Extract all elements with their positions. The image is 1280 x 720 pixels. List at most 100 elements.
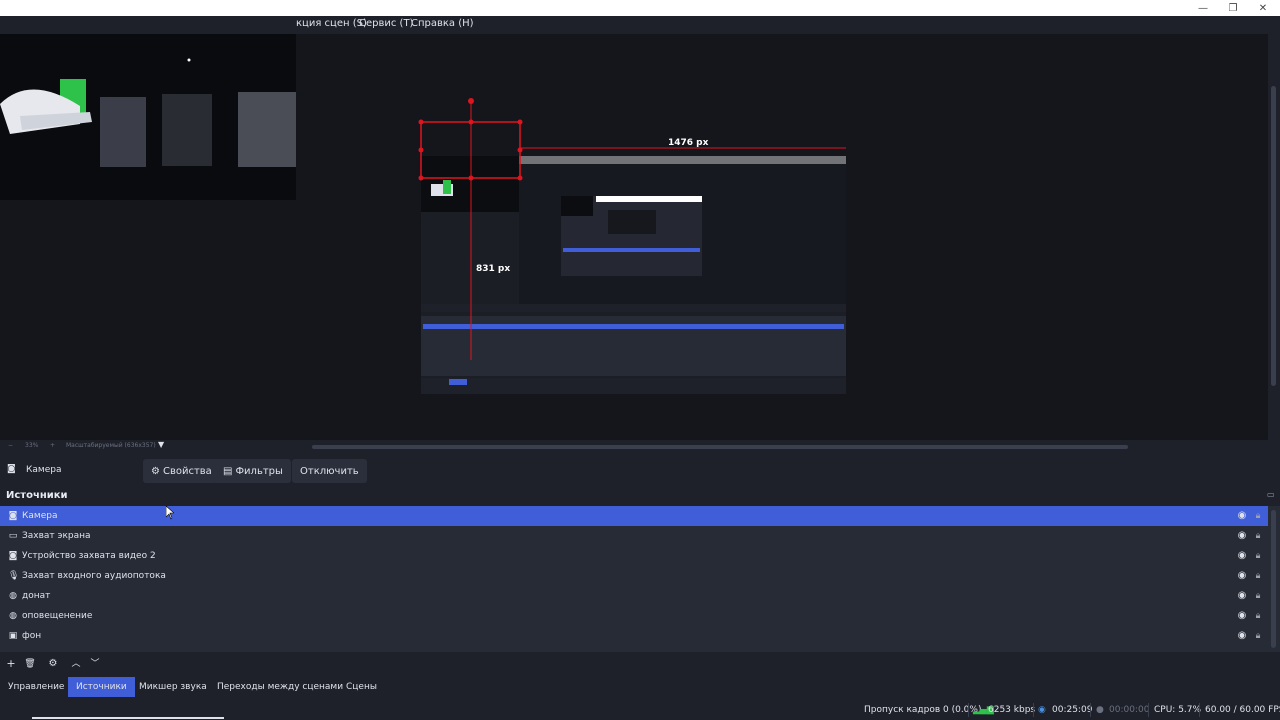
sources-panel-header: Источники ▭ xyxy=(0,488,1280,505)
title-bar: — ❐ ✕ xyxy=(0,0,1280,16)
status-divider xyxy=(1033,703,1034,717)
monitor-icon: ▭ xyxy=(8,531,18,541)
restore-button[interactable]: ❐ xyxy=(1218,0,1248,16)
source-item-alerts[interactable]: ◍ оповещенение ◉ 🔒︎ xyxy=(0,606,1268,626)
height-measure-label: 831 px xyxy=(476,264,511,274)
add-source-icon[interactable]: + xyxy=(4,657,18,671)
sources-panel-title: Источники xyxy=(6,490,68,501)
move-up-icon[interactable]: ︿ xyxy=(69,657,83,671)
stream-icon: ◉ xyxy=(1038,705,1046,715)
gear-icon: ⚙ xyxy=(151,465,160,477)
preview-vertical-scroll-thumb[interactable] xyxy=(1271,86,1276,386)
source-label: Устройство захвата видео 2 xyxy=(22,551,156,561)
globe-icon: ◍ xyxy=(9,591,17,601)
source-label: Захват входного аудиопотока xyxy=(22,571,166,581)
tab-scenes[interactable]: Сцены xyxy=(338,677,385,697)
bitrate: 6253 kbps xyxy=(988,705,1036,715)
preview-area[interactable]: 1476 px 831 px xyxy=(0,34,1268,440)
mouse-cursor-icon xyxy=(166,506,174,520)
zoom-dropdown-icon[interactable]: ▼ xyxy=(158,440,164,449)
zoom-level: 33% xyxy=(25,442,39,449)
sources-toolbar: + 🗑︎ ⚙ ︿ ﹀ xyxy=(0,654,1280,674)
zoom-out-button[interactable]: − xyxy=(8,442,13,449)
menu-scene-collection[interactable]: кция сцен (S) xyxy=(296,18,367,29)
visibility-eye-icon[interactable]: ◉ xyxy=(1236,590,1248,602)
camera-icon: ◙ xyxy=(8,511,18,521)
image-icon: ▣ xyxy=(8,631,18,641)
properties-label: Свойства xyxy=(162,465,212,477)
move-down-icon[interactable]: ﹀ xyxy=(88,657,102,671)
filters-label: Фильтры xyxy=(235,465,283,477)
taskbar-indicator xyxy=(32,717,224,719)
dropped-frames: Пропуск кадров 0 (0.0%) xyxy=(864,705,982,715)
visibility-eye-icon[interactable]: ◉ xyxy=(1236,630,1248,642)
properties-button[interactable]: ⚙ Свойства xyxy=(143,459,220,483)
fps-readout: 60.00 / 60.00 FPS xyxy=(1205,705,1280,715)
tab-scene-transitions[interactable]: Переходы между сценами xyxy=(209,677,351,697)
lock-icon[interactable]: 🔒︎ xyxy=(1253,510,1263,522)
source-item-screen-capture[interactable]: ▭ Захват экрана ◉ 🔒︎ xyxy=(0,526,1268,546)
close-button[interactable]: ✕ xyxy=(1248,0,1278,16)
source-label: донат xyxy=(22,591,51,601)
tab-sources[interactable]: Источники xyxy=(68,677,135,697)
lock-icon[interactable]: 🔒︎ xyxy=(1253,570,1263,582)
visibility-eye-icon[interactable]: ◉ xyxy=(1236,510,1248,522)
zoom-in-button[interactable]: + xyxy=(50,442,55,449)
source-item-background[interactable]: ▣ фон ◉ 🔒︎ xyxy=(0,626,1268,646)
status-bar: Пропуск кадров 0 (0.0%) ▂▄▆ 6253 kbps ◉ … xyxy=(0,700,1280,720)
disable-label: Отключить xyxy=(300,465,359,477)
source-label: Захват экрана xyxy=(22,531,91,541)
record-time: 00:00:00 xyxy=(1109,705,1150,715)
menu-bar: кция сцен (S) Сервис (T) Справка (H) xyxy=(0,16,1280,34)
status-divider xyxy=(1199,703,1200,717)
camera-icon: ◙ xyxy=(7,464,16,474)
status-divider xyxy=(968,703,969,717)
lock-icon[interactable]: 🔒︎ xyxy=(1253,530,1263,542)
remove-source-icon[interactable]: 🗑︎ xyxy=(23,657,37,671)
dock-tabs: Управление Источники Микшер звука Перехо… xyxy=(0,675,1280,697)
filters-button[interactable]: ▤ Фильтры xyxy=(215,459,291,483)
source-context-toolbar: ◙ Камера ⚙ Свойства ▤ Фильтры Отключить xyxy=(0,456,1280,486)
cpu-usage: CPU: 5.7% xyxy=(1154,705,1202,715)
selected-source-name: Камера xyxy=(26,465,62,475)
visibility-eye-icon[interactable]: ◉ xyxy=(1236,550,1248,562)
record-icon: ● xyxy=(1096,705,1104,715)
source-label: Камера xyxy=(22,511,58,521)
status-divider xyxy=(1090,703,1091,717)
zoom-mode: Масштабируемый (636x357) xyxy=(66,442,156,449)
preview-vertical-scrollbar[interactable] xyxy=(1268,34,1280,440)
minimize-button[interactable]: — xyxy=(1188,0,1218,16)
visibility-eye-icon[interactable]: ◉ xyxy=(1236,530,1248,542)
menu-help[interactable]: Справка (H) xyxy=(411,18,474,29)
lock-icon[interactable]: 🔒︎ xyxy=(1253,550,1263,562)
source-item-audio-input[interactable]: 🎙︎ Захват входного аудиопотока ◉ 🔒︎ xyxy=(0,566,1268,586)
source-label: фон xyxy=(22,631,42,641)
microphone-icon: 🎙︎ xyxy=(8,571,20,581)
source-item-donat[interactable]: ◍ донат ◉ 🔒︎ xyxy=(0,586,1268,606)
visibility-eye-icon[interactable]: ◉ xyxy=(1236,570,1248,582)
lock-icon[interactable]: 🔒︎ xyxy=(1253,630,1263,642)
transform-guides xyxy=(418,98,846,360)
tab-audio-mixer[interactable]: Микшер звука xyxy=(131,677,215,697)
lock-icon[interactable]: 🔒︎ xyxy=(1253,610,1263,622)
disable-button[interactable]: Отключить xyxy=(292,459,367,483)
stream-time: 00:25:09 xyxy=(1052,705,1093,715)
filter-icon: ▤ xyxy=(223,465,233,477)
visibility-eye-icon[interactable]: ◉ xyxy=(1236,610,1248,622)
source-settings-gear-icon[interactable]: ⚙ xyxy=(46,657,60,671)
sources-list: ◙ Камера ◉ 🔒︎ ▭ Захват экрана ◉ 🔒︎ ◙ Уст… xyxy=(0,506,1268,652)
menu-tools[interactable]: Сервис (T) xyxy=(359,18,413,29)
camera-icon: ◙ xyxy=(8,551,18,561)
lock-icon[interactable]: 🔒︎ xyxy=(1253,590,1263,602)
source-item-video-capture-2[interactable]: ◙ Устройство захвата видео 2 ◉ 🔒︎ xyxy=(0,546,1268,566)
zoom-bar: − 33% + Масштабируемый (636x357) ▼ xyxy=(0,440,1280,454)
source-label: оповещенение xyxy=(22,611,93,621)
width-measure-label: 1476 px xyxy=(668,138,709,148)
globe-icon: ◍ xyxy=(9,611,17,621)
sources-vertical-scroll-thumb[interactable] xyxy=(1271,510,1276,648)
source-item-camera[interactable]: ◙ Камера ◉ 🔒︎ xyxy=(0,506,1268,526)
sources-vertical-scrollbar[interactable] xyxy=(1268,506,1280,652)
tab-controls[interactable]: Управление xyxy=(0,677,72,697)
preview-horizontal-scroll-thumb[interactable] xyxy=(312,445,1128,449)
undock-icon[interactable]: ▭ xyxy=(1267,490,1275,499)
